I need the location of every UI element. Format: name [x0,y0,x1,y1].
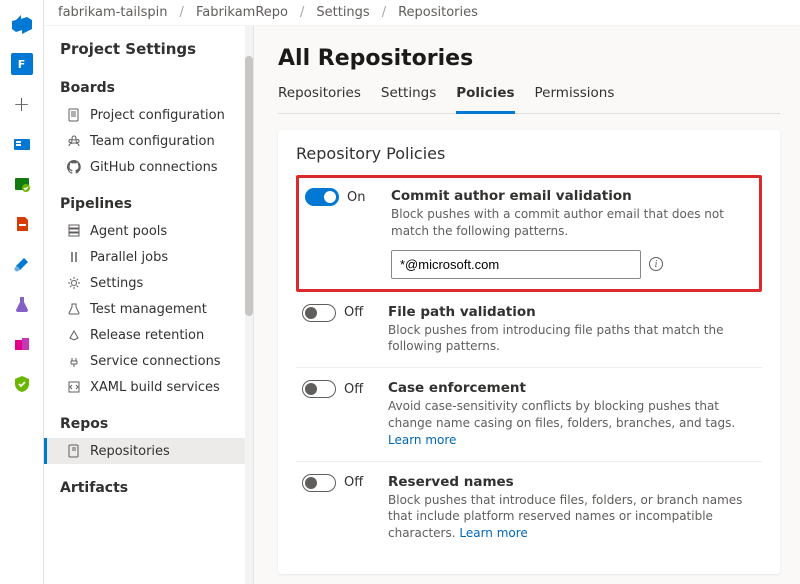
sidebar-item-label: Repositories [90,444,170,459]
policy-reserved-names: Off Reserved names Block pushes that int… [296,462,762,554]
policy-desc: Block pushes that introduce files, folde… [388,492,756,542]
lab-icon[interactable] [0,284,44,324]
rocket-small-icon [66,327,82,343]
policy-desc: Block pushes from introducing file paths… [388,322,756,356]
sidebar-section-repos: Repos [44,406,253,438]
repository-policies-card: Repository Policies On Commit author ema… [278,130,780,574]
policy-title: Case enforcement [388,380,756,396]
parallel-icon [66,249,82,265]
toggle-state-label: Off [344,475,363,490]
sidebar-item-label: Team configuration [90,134,215,149]
policy-case-enforcement: Off Case enforcement Avoid case-sensitiv… [296,368,762,460]
repo-doc-icon [66,443,82,459]
learn-more-link[interactable]: Learn more [388,433,456,447]
tab-permissions[interactable]: Permissions [535,79,615,113]
sidebar-item-label: GitHub connections [90,160,218,175]
toggle-state-label: Off [344,382,363,397]
settings-sidebar: Project Settings Boards Project configur… [44,26,254,584]
card-title: Repository Policies [296,144,762,163]
add-button[interactable]: + [0,84,44,124]
project-tile[interactable]: F [0,44,44,84]
team-icon [66,133,82,149]
pipelines-icon[interactable] [0,244,44,284]
plug-icon [66,353,82,369]
sidebar-item-settings[interactable]: Settings [44,270,253,296]
breadcrumb: fabrikam-tailspin/ FabrikamRepo/ Setting… [44,0,800,26]
sidebar-item-service-conn[interactable]: Service connections [44,348,253,374]
toggle-commit-author-email[interactable] [305,188,339,206]
sidebar-item-label: Agent pools [90,224,167,239]
sidebar-item-label: Test management [90,302,207,317]
sidebar-section-pipelines: Pipelines [44,186,253,218]
toggle-case-enforcement[interactable] [302,380,336,398]
sidebar-item-release-retention[interactable]: Release retention [44,322,253,348]
sidebar-item-label: Service connections [90,354,221,369]
boards-icon[interactable] [0,124,44,164]
breadcrumb-settings[interactable]: Settings [316,5,369,20]
policy-title: Reserved names [388,474,756,490]
breadcrumb-org[interactable]: fabrikam-tailspin [58,5,168,20]
icon-rail: F + [0,0,44,584]
breadcrumb-repo[interactable]: FabrikamRepo [196,5,288,20]
policy-desc: Avoid case-sensitivity conflicts by bloc… [388,398,756,448]
sidebar-item-label: Settings [90,276,143,291]
sidebar-item-github[interactable]: GitHub connections [44,154,253,180]
sidebar-item-project-config[interactable]: Project configuration [44,102,253,128]
sidebar-title: Project Settings [44,36,253,70]
sidebar-section-boards: Boards [44,70,253,102]
toggle-file-path[interactable] [302,304,336,322]
azure-devops-logo[interactable] [0,4,44,44]
flask-small-icon [66,301,82,317]
sidebar-item-label: Release retention [90,328,204,343]
tab-repositories[interactable]: Repositories [278,79,361,113]
policy-desc: Block pushes with a commit author email … [391,206,753,240]
learn-more-link[interactable]: Learn more [459,526,527,540]
servers-icon [66,223,82,239]
toggle-reserved-names[interactable] [302,474,336,492]
pattern-input[interactable] [391,250,641,279]
repos-icon[interactable] [0,204,44,244]
sidebar-item-xaml[interactable]: XAML build services [44,374,253,400]
info-icon[interactable]: i [649,257,663,271]
sidebar-item-repositories[interactable]: Repositories [44,438,253,464]
content-panel: All Repositories Repositories Settings P… [254,26,800,584]
sidebar-item-label: Project configuration [90,108,225,123]
sidebar-item-agent-pools[interactable]: Agent pools [44,218,253,244]
tab-bar: Repositories Settings Policies Permissio… [278,79,780,114]
policy-commit-author-email: On Commit author email validation Block … [296,175,762,292]
sidebar-item-test-mgmt[interactable]: Test management [44,296,253,322]
sidebar-item-label: XAML build services [90,380,220,395]
sidebar-item-team-config[interactable]: Team configuration [44,128,253,154]
tab-settings[interactable]: Settings [381,79,436,113]
compliance-icon[interactable] [0,364,44,404]
artifacts-icon[interactable] [0,324,44,364]
github-icon [66,159,82,175]
policy-title: File path validation [388,304,756,320]
gear-icon [66,275,82,291]
sidebar-item-parallel-jobs[interactable]: Parallel jobs [44,244,253,270]
policy-file-path-validation: Off File path validation Block pushes fr… [296,292,762,368]
policy-title: Commit author email validation [391,188,753,204]
breadcrumb-leaf[interactable]: Repositories [398,5,478,20]
toggle-state-label: On [347,190,365,205]
doc-icon [66,107,82,123]
test-plans-icon[interactable] [0,164,44,204]
tab-policies[interactable]: Policies [456,79,514,114]
sidebar-scrollbar-track[interactable] [245,26,253,584]
toggle-state-label: Off [344,305,363,320]
sidebar-scrollbar-thumb[interactable] [245,56,253,316]
sidebar-item-label: Parallel jobs [90,250,168,265]
xaml-icon [66,379,82,395]
page-title: All Repositories [278,46,780,71]
sidebar-section-artifacts: Artifacts [44,470,253,502]
